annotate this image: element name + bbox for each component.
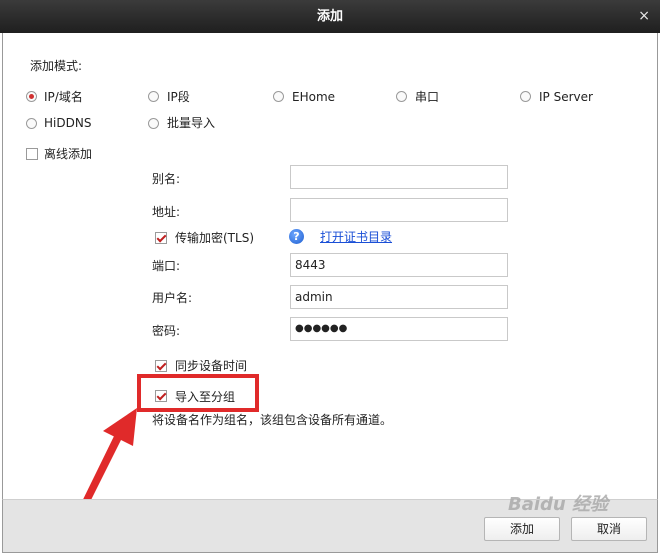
annotation-arrow xyxy=(72,408,137,524)
add-button[interactable]: 添加 xyxy=(484,517,560,541)
cancel-button[interactable]: 取消 xyxy=(571,517,647,541)
watermark: Baidu 经验 xyxy=(508,494,609,515)
